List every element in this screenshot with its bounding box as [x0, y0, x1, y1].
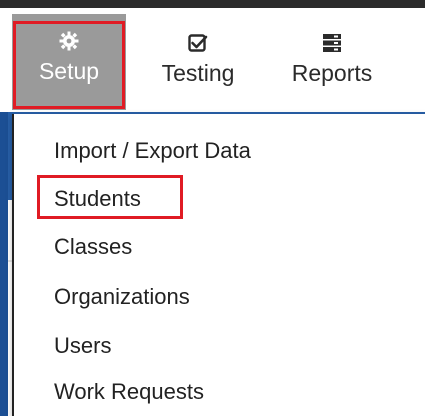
nav-reports-label: Reports	[291, 60, 373, 86]
menu-item-organizations[interactable]: Organizations	[54, 284, 190, 310]
setup-dropdown-menu: Import / Export Data Students Classes Or…	[12, 114, 425, 416]
left-rule	[0, 112, 8, 416]
top-strip-dark	[0, 0, 425, 8]
main-nav: Setup Testing Reports	[0, 8, 425, 110]
students-highlight-box	[37, 175, 183, 219]
menu-item-users[interactable]: Users	[54, 333, 111, 359]
nav-reports[interactable]: Reports	[282, 16, 382, 108]
setup-highlight-box	[13, 21, 125, 109]
menu-item-classes[interactable]: Classes	[54, 234, 132, 260]
nav-testing[interactable]: Testing	[152, 16, 244, 108]
menu-item-work-requests[interactable]: Work Requests	[54, 379, 204, 405]
nav-testing-label: Testing	[161, 60, 235, 86]
checkbox-icon	[188, 32, 208, 54]
server-icon	[322, 32, 342, 54]
menu-item-import-export-data[interactable]: Import / Export Data	[54, 138, 251, 164]
